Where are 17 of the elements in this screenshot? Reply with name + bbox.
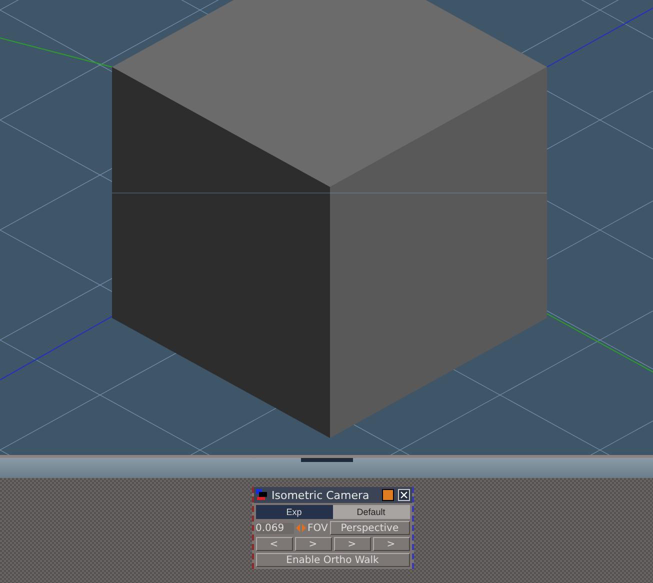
panel-tab[interactable]: Default <box>332 505 410 519</box>
nav-button[interactable]: > <box>294 537 332 551</box>
ortho-walk-button[interactable]: Enable Ortho Walk <box>256 553 410 567</box>
close-button[interactable] <box>398 489 410 501</box>
perspective-button[interactable]: Perspective <box>330 521 410 535</box>
panel-tab[interactable]: Exp <box>256 505 332 519</box>
camera-icon <box>256 489 268 501</box>
arrows-icon[interactable] <box>296 523 306 533</box>
fov-value[interactable]: 0.069 <box>256 522 294 534</box>
nav-button[interactable]: < <box>256 537 292 551</box>
pin-button[interactable] <box>382 489 394 501</box>
panel-title: Isometric Camera <box>272 488 370 502</box>
splitter-bar[interactable] <box>0 455 653 478</box>
nav-button[interactable]: > <box>372 537 410 551</box>
splitter-grip[interactable] <box>300 458 352 462</box>
fov-label: FOV <box>308 522 328 534</box>
nav-button[interactable]: > <box>334 537 370 551</box>
